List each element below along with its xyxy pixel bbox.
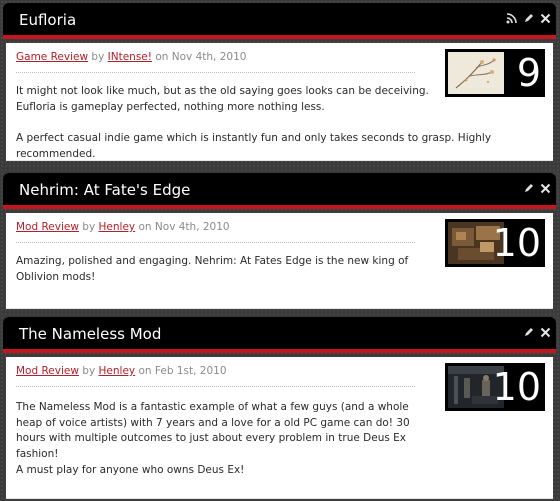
author-link[interactable]: INtense! — [108, 51, 152, 63]
review-body: Mod Review by Henley on Nov 4th, 2010 Am… — [6, 213, 553, 309]
review-date: Nov 4th, 2010 — [154, 221, 230, 233]
dotted-separator — [16, 386, 415, 387]
review-date: Nov 4th, 2010 — [171, 51, 247, 63]
by-label: by — [82, 365, 96, 377]
review-date: Feb 1st, 2010 — [154, 365, 227, 377]
score-box[interactable]: 10 — [445, 363, 545, 411]
dotted-separator — [16, 242, 415, 243]
review-header: The Nameless Mod — [3, 317, 556, 353]
author-link[interactable]: Henley — [99, 221, 136, 233]
review-score: 10 — [492, 221, 541, 265]
review-body: Mod Review by Henley on Feb 1st, 2010 Th… — [6, 357, 553, 499]
review-text: Amazing, polished and engaging. Nehrim: … — [16, 255, 409, 283]
on-label: on — [138, 221, 152, 233]
review-meta: Mod Review by Henley on Nov 4th, 2010 — [16, 221, 230, 233]
edit-icon[interactable] — [523, 327, 534, 341]
review-panel-nameless-mod: The Nameless Mod Mod Review by Henley on… — [3, 317, 556, 499]
edit-icon[interactable] — [523, 183, 534, 197]
review-body: Game Review by INtense! on Nov 4th, 2010… — [6, 43, 553, 161]
review-panel-nehrim: Nehrim: At Fate's Edge Mod Review by Hen… — [3, 173, 556, 309]
on-label: on — [155, 51, 169, 63]
review-title[interactable]: The Nameless Mod — [19, 325, 161, 343]
review-type-link[interactable]: Mod Review — [16, 365, 79, 377]
review-type-link[interactable]: Game Review — [16, 51, 88, 63]
review-text: A must play for anyone who owns Deus Ex! — [16, 464, 245, 476]
review-header: Nehrim: At Fate's Edge — [3, 173, 556, 209]
close-icon[interactable] — [540, 327, 551, 341]
review-meta: Game Review by INtense! on Nov 4th, 2010 — [16, 51, 246, 63]
score-box[interactable]: 9 — [445, 49, 545, 97]
review-header: Eufloria — [3, 3, 556, 39]
review-text: The Nameless Mod is a fantastic example … — [16, 401, 410, 460]
close-icon[interactable] — [540, 183, 551, 197]
score-box[interactable]: 10 — [445, 219, 545, 267]
review-score: 10 — [492, 365, 541, 409]
review-text: A perfect casual indie game which is ins… — [16, 132, 492, 160]
review-title[interactable]: Eufloria — [19, 11, 76, 29]
review-title[interactable]: Nehrim: At Fate's Edge — [19, 181, 190, 199]
review-score: 9 — [516, 51, 541, 95]
dotted-separator — [16, 72, 415, 73]
review-panel-eufloria: Eufloria Game Review by INtense! on Nov … — [3, 3, 556, 163]
review-meta: Mod Review by Henley on Feb 1st, 2010 — [16, 365, 227, 377]
by-label: by — [82, 221, 96, 233]
rss-icon[interactable] — [506, 13, 517, 27]
close-icon[interactable] — [540, 13, 551, 27]
author-link[interactable]: Henley — [99, 365, 136, 377]
on-label: on — [138, 365, 152, 377]
game-thumbnail — [448, 52, 504, 94]
by-label: by — [91, 51, 105, 63]
review-text: It might not look like much, but as the … — [16, 85, 429, 113]
edit-icon[interactable] — [523, 13, 534, 27]
review-type-link[interactable]: Mod Review — [16, 221, 79, 233]
